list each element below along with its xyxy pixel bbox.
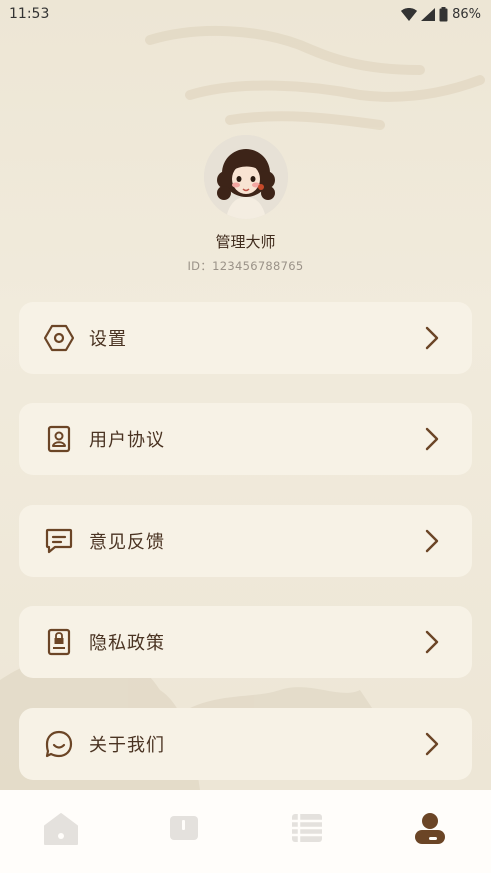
hexagon-settings-icon [43,322,75,354]
chat-smile-icon [43,728,75,760]
menu-label: 关于我们 [89,735,165,756]
user-card-icon [43,423,75,455]
status-bar: 11:53 86% [0,0,491,28]
chevron-right-icon [425,427,439,451]
status-time: 11:53 [9,6,50,22]
menu-item-privacy[interactable]: 隐私政策 [19,606,472,678]
menu-item-about[interactable]: 关于我们 [19,708,472,780]
wifi-icon [401,7,418,21]
tab-home[interactable] [31,812,91,852]
bottom-tab-bar [0,790,491,873]
menu-label: 隐私政策 [89,633,165,654]
user-name: 管理大师 [215,233,276,251]
profile-section: 管理大师 ID：123456788765 [0,135,491,274]
list-icon [291,814,322,842]
home-icon [44,813,79,845]
message-icon [43,525,75,557]
chevron-right-icon [425,630,439,654]
chevron-right-icon [425,326,439,350]
chevron-right-icon [425,732,439,756]
menu-item-user-agreement[interactable]: 用户协议 [19,403,472,475]
tab-profile[interactable] [400,812,460,852]
signal-icon [421,7,436,21]
lock-document-icon [43,626,75,658]
book-icon [170,816,199,840]
profile-icon [414,813,445,844]
chevron-right-icon [425,529,439,553]
menu-label: 设置 [89,329,127,350]
menu-label: 用户协议 [89,430,165,451]
menu-item-feedback[interactable]: 意见反馈 [19,505,472,577]
menu-label: 意见反馈 [89,532,165,553]
avatar[interactable] [203,135,288,219]
menu-item-settings[interactable]: 设置 [19,302,472,374]
battery-icon [439,6,448,21]
tab-book[interactable] [154,812,214,852]
user-id: ID：123456788765 [187,259,304,273]
battery-percent: 86% [452,6,481,22]
tab-list[interactable] [277,812,337,852]
